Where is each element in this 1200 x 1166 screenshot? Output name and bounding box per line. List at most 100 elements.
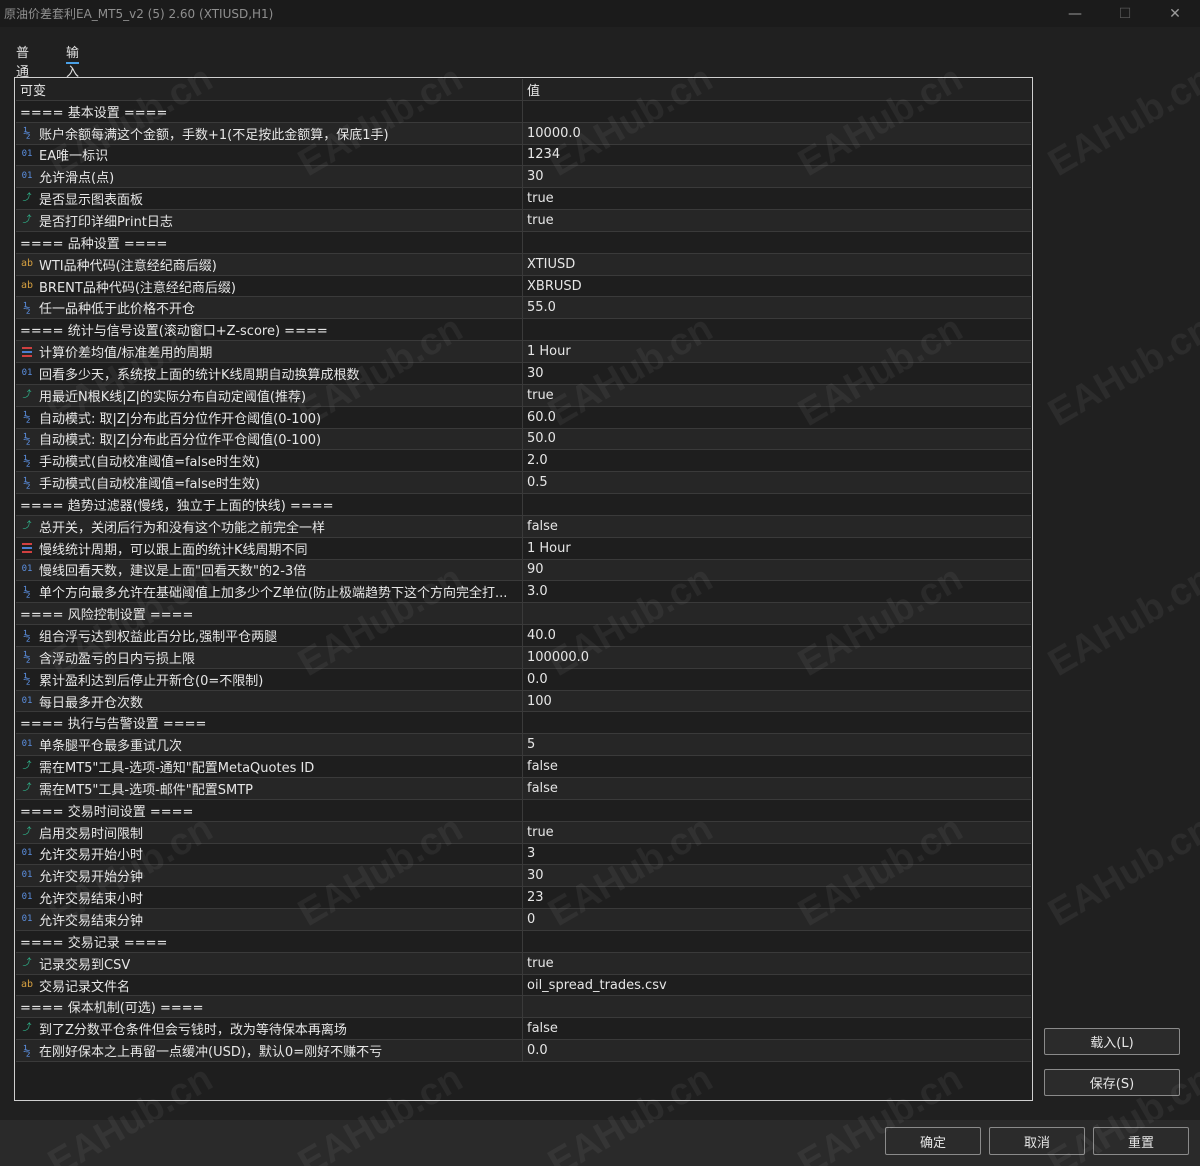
table-row[interactable]: 01 允许交易开始小时 3	[16, 843, 1031, 866]
parameter-value[interactable]: 3	[523, 844, 1031, 865]
table-row[interactable]: ab WTI品种代码(注意经纪商后缀) XTIUSD	[16, 253, 1031, 276]
tab-general[interactable]: 普通	[16, 36, 29, 80]
table-row[interactable]: ½ 累计盈利达到后停止开新仓(0=不限制) 0.0	[16, 668, 1031, 691]
parameter-value[interactable]: true	[523, 188, 1031, 209]
column-header-variable[interactable]: 可变	[16, 79, 523, 100]
table-row[interactable]: ½ 单个方向最多允许在基础阈值上加多少个Z单位(防止极端趋势下这个方向完全打...…	[16, 581, 1031, 604]
table-row[interactable]: 01 允许滑点(点) 30	[16, 166, 1031, 189]
parameter-value[interactable]: 60.0	[523, 407, 1031, 428]
parameter-name-cell: ==== 趋势过滤器(慢线，独立于上面的快线) ====	[16, 494, 523, 515]
parameter-value[interactable]: true	[523, 822, 1031, 843]
table-row[interactable]: 计算价差均值/标准差用的周期 1 Hour	[16, 341, 1031, 363]
table-row[interactable]: ab BRENT品种代码(注意经纪商后缀) XBRUSD	[16, 275, 1031, 298]
table-row[interactable]: 01 单条腿平仓最多重试几次 5	[16, 734, 1031, 757]
parameter-value[interactable]: 40.0	[523, 625, 1031, 646]
table-row[interactable]: ⤴ 需在MT5"工具-选项-邮件"配置SMTP false	[16, 778, 1031, 800]
parameter-value[interactable]: 1 Hour	[523, 538, 1031, 559]
parameter-value[interactable]: true	[523, 210, 1031, 231]
table-row[interactable]: ⤴ 是否打印详细Print日志 true	[16, 210, 1031, 232]
table-row[interactable]: ⤴ 启用交易时间限制 true	[16, 821, 1031, 844]
parameter-value[interactable]: 0.0	[523, 1040, 1031, 1061]
load-button[interactable]: 载入(L)	[1044, 1028, 1180, 1055]
parameter-name: 交易记录文件名	[39, 979, 131, 995]
section-row[interactable]: ==== 交易时间设置 ====	[16, 799, 1031, 822]
parameter-value[interactable]: 1 Hour	[523, 341, 1031, 362]
table-row[interactable]: ab 交易记录文件名 oil_spread_trades.csv	[16, 974, 1031, 997]
table-row[interactable]: ½ 账户余额每满这个金额，手数+1(不足按此金额算，保底1手) 10000.0	[16, 122, 1031, 145]
table-row[interactable]: 01 每日最多开仓次数 100	[16, 690, 1031, 713]
table-row[interactable]: ⤴ 总开关，关闭后行为和没有这个功能之前完全一样 false	[16, 515, 1031, 538]
table-row[interactable]: ½ 自动模式: 取|Z|分布此百分位作平仓阈值(0-100) 50.0	[16, 428, 1031, 451]
parameter-value[interactable]: 10000.0	[523, 123, 1031, 144]
cancel-button[interactable]: 取消	[989, 1127, 1085, 1155]
table-row[interactable]: ⤴ 需在MT5"工具-选项-通知"配置MetaQuotes ID false	[16, 756, 1031, 778]
table-row[interactable]: ½ 手动模式(自动校准阈值=false时生效) 2.0	[16, 450, 1031, 473]
save-button[interactable]: 保存(S)	[1044, 1069, 1180, 1096]
parameter-name-cell: ⤴ 需在MT5"工具-选项-通知"配置MetaQuotes ID	[16, 756, 523, 777]
section-row[interactable]: ==== 基本设置 ====	[16, 100, 1031, 123]
inputs-table: 可变 值 ==== 基本设置 ==== ½ 账户余额每满这个金额，手数+1(不足按此…	[14, 77, 1033, 1101]
parameter-value	[523, 712, 1031, 733]
parameter-value[interactable]: 30	[523, 865, 1031, 886]
parameter-value[interactable]: 0.5	[523, 472, 1031, 493]
table-row[interactable]: ⤴ 到了Z分数平仓条件但会亏钱时，改为等待保本再离场 false	[16, 1018, 1031, 1041]
parameter-value[interactable]: 2.0	[523, 450, 1031, 471]
parameter-value[interactable]: 55.0	[523, 297, 1031, 318]
parameter-value[interactable]: 0.0	[523, 669, 1031, 690]
table-row[interactable]: ½ 任一品种低于此价格不开仓 55.0	[16, 297, 1031, 320]
table-row[interactable]: ⤴ 记录交易到CSV true	[16, 952, 1031, 975]
table-row[interactable]: 01 允许交易开始分钟 30	[16, 865, 1031, 888]
table-row[interactable]: ½ 组合浮亏达到权益此百分比,强制平仓两腿 40.0	[16, 625, 1031, 647]
parameter-value[interactable]: false	[523, 778, 1031, 799]
parameter-value[interactable]: 23	[523, 887, 1031, 908]
table-row[interactable]: ½ 自动模式: 取|Z|分布此百分位作开仓阈值(0-100) 60.0	[16, 406, 1031, 429]
parameter-value[interactable]: oil_spread_trades.csv	[523, 975, 1031, 996]
table-row[interactable]: 01 慢线回看天数，建议是上面"回看天数"的2-3倍 90	[16, 559, 1031, 582]
parameter-value[interactable]: false	[523, 756, 1031, 777]
parameter-value[interactable]: XBRUSD	[523, 276, 1031, 297]
table-row[interactable]: 01 EA唯一标识 1234	[16, 144, 1031, 167]
integer-icon: 01	[21, 739, 33, 750]
section-row[interactable]: ==== 保本机制(可选) ====	[16, 996, 1031, 1019]
table-row[interactable]: 01 允许交易结束小时 23	[16, 887, 1031, 910]
close-icon[interactable]: ✕	[1150, 0, 1200, 27]
section-row[interactable]: ==== 执行与告警设置 ====	[16, 712, 1031, 735]
section-row[interactable]: ==== 趋势过滤器(慢线，独立于上面的快线) ====	[16, 494, 1031, 516]
tab-inputs[interactable]: 输入	[66, 36, 80, 80]
parameter-value[interactable]: false	[523, 1018, 1031, 1039]
parameter-value[interactable]: 1234	[523, 145, 1031, 166]
table-row[interactable]: 慢线统计周期，可以跟上面的统计K线周期不同 1 Hour	[16, 537, 1031, 560]
section-row[interactable]: ==== 统计与信号设置(滚动窗口+Z-score) ====	[16, 319, 1031, 342]
table-row[interactable]: ⤴ 是否显示图表面板 true	[16, 188, 1031, 211]
minimize-icon[interactable]: —	[1050, 0, 1100, 27]
section-row[interactable]: ==== 风险控制设置 ====	[16, 603, 1031, 626]
parameter-value[interactable]: 50.0	[523, 429, 1031, 450]
column-header-value[interactable]: 值	[523, 79, 1031, 100]
table-row[interactable]: ½ 含浮动盈亏的日内亏损上限 100000.0	[16, 646, 1031, 669]
table-row[interactable]: ½ 手动模式(自动校准阈值=false时生效) 0.5	[16, 472, 1031, 495]
fraction-icon: ½	[23, 672, 31, 687]
parameter-value[interactable]: true	[523, 953, 1031, 974]
parameter-value[interactable]: XTIUSD	[523, 254, 1031, 275]
table-row[interactable]: ½ 在刚好保本之上再留一点缓冲(USD)，默认0=刚好不赚不亏 0.0	[16, 1040, 1031, 1062]
section-row[interactable]: ==== 交易记录 ====	[16, 930, 1031, 953]
reset-button[interactable]: 重置	[1093, 1127, 1189, 1155]
parameter-value[interactable]: 100000.0	[523, 647, 1031, 668]
section-row[interactable]: ==== 品种设置 ====	[16, 231, 1031, 254]
parameter-value[interactable]: 30	[523, 166, 1031, 187]
parameter-name: 允许交易开始小时	[39, 848, 144, 864]
table-row[interactable]: 01 回看多少天，系统按上面的统计K线周期自动换算成根数 30	[16, 362, 1031, 385]
parameter-value[interactable]: 0	[523, 909, 1031, 930]
parameter-value[interactable]: 100	[523, 691, 1031, 712]
parameter-value[interactable]: 90	[523, 560, 1031, 581]
parameter-value[interactable]: 30	[523, 363, 1031, 384]
table-row[interactable]: 01 允许交易结束分钟 0	[16, 909, 1031, 931]
parameter-value[interactable]: true	[523, 385, 1031, 406]
parameter-value[interactable]: false	[523, 516, 1031, 537]
table-row[interactable]: ⤴ 用最近N根K线|Z|的实际分布自动定阈值(推荐) true	[16, 384, 1031, 407]
parameter-value[interactable]: 5	[523, 734, 1031, 755]
maximize-icon[interactable]: ☐	[1100, 0, 1150, 27]
parameter-value[interactable]: 3.0	[523, 581, 1031, 602]
parameter-name-cell: ½ 单个方向最多允许在基础阈值上加多少个Z单位(防止极端趋势下这个方向完全打...	[16, 581, 523, 603]
ok-button[interactable]: 确定	[885, 1127, 981, 1155]
